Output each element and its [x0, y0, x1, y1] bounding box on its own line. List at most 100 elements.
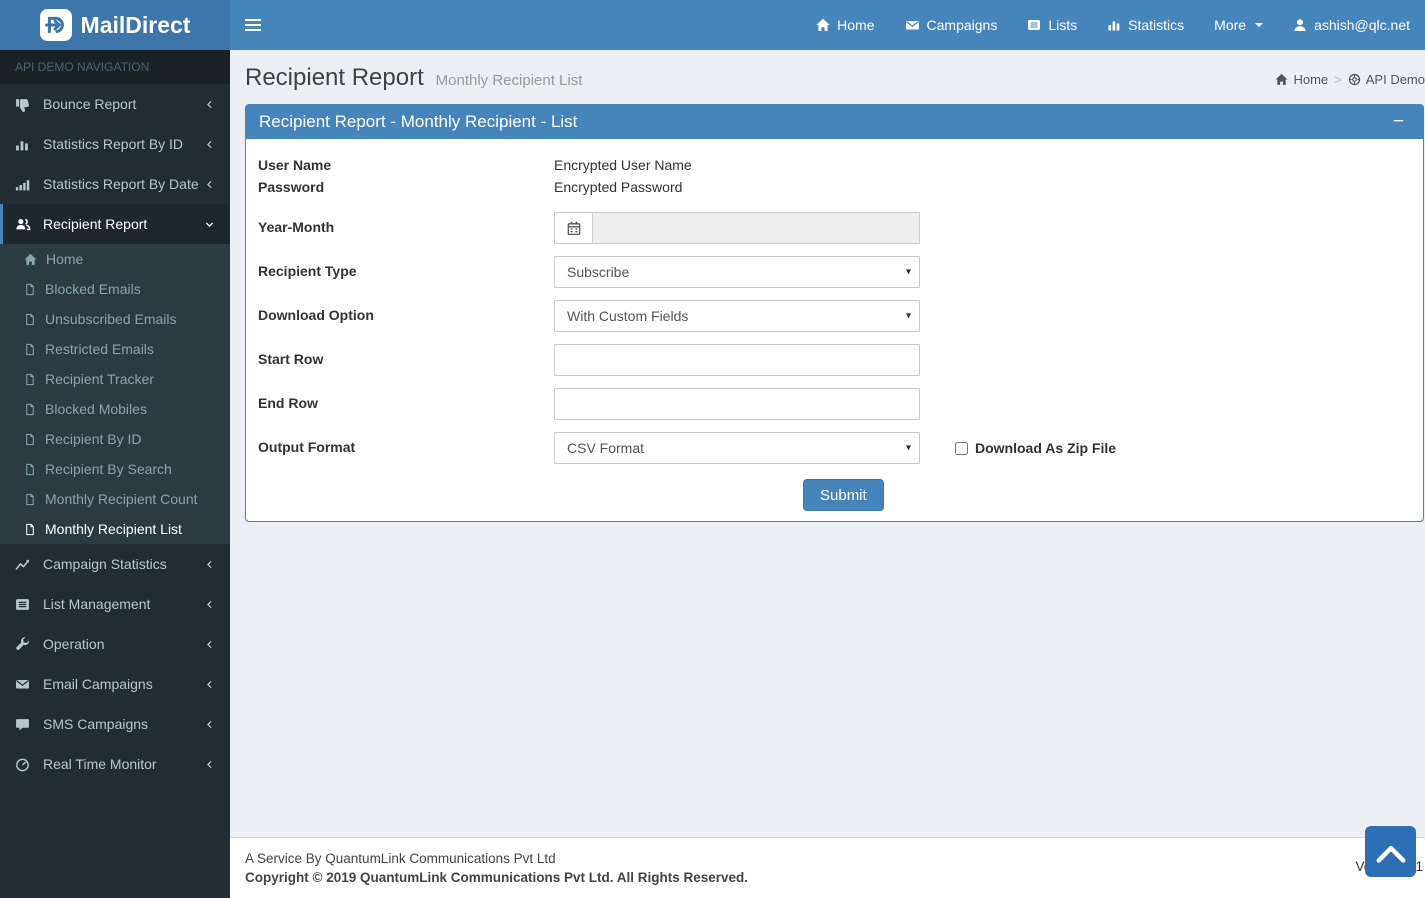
collapse-panel-button[interactable]: − [1387, 112, 1410, 131]
select-caret-icon: ▾ [905, 310, 911, 322]
home-icon [816, 18, 830, 32]
submenu-item-monthly-recipient-count[interactable]: Monthly Recipient Count [0, 484, 230, 514]
user-icon [1293, 18, 1307, 32]
nav-statistics[interactable]: Statistics [1092, 0, 1199, 50]
submenu-item-blocked-mobiles[interactable]: Blocked Mobiles [0, 394, 230, 424]
sidebar-item-statistics-report-by-date[interactable]: Statistics Report By Date [0, 164, 230, 204]
list-alt-icon [15, 597, 36, 612]
brand-logo[interactable]: MailDirect [0, 0, 230, 50]
envelope-icon [15, 677, 36, 691]
download-option-label: Download Option [258, 307, 374, 323]
chevron-left-icon [204, 599, 215, 610]
end-row-row: End Row [258, 388, 1411, 420]
password-row: Password Encrypted Password [258, 176, 1411, 198]
submenu-item-monthly-recipient-list[interactable]: Monthly Recipient List [0, 514, 230, 544]
chevron-down-icon [204, 219, 215, 230]
start-row-input[interactable] [554, 344, 920, 376]
year-month-label: Year-Month [258, 219, 335, 235]
chevron-left-icon [204, 99, 215, 110]
chevron-up-icon [1372, 839, 1410, 865]
chevron-left-icon [204, 759, 215, 770]
content-header: Recipient Report Monthly Recipient List … [230, 50, 1425, 104]
content-wrapper: Recipient Report Monthly Recipient List … [230, 50, 1425, 898]
file-icon [24, 433, 36, 446]
sidebar-item-sms-campaigns[interactable]: SMS Campaigns [0, 704, 230, 744]
end-row-input[interactable] [554, 388, 920, 420]
sidebar-section-header: API DEMO NAVIGATION [0, 50, 230, 84]
chevron-left-icon [204, 639, 215, 650]
file-icon [24, 283, 36, 296]
chevron-left-icon [204, 679, 215, 690]
nav-home[interactable]: Home [801, 0, 889, 50]
download-option-select[interactable]: With Custom Fields ▾ [554, 300, 920, 332]
user-name-label: User Name [258, 157, 332, 173]
home-icon [1275, 73, 1288, 86]
breadcrumb-home[interactable]: Home [1275, 72, 1328, 87]
chevron-left-icon [204, 719, 215, 730]
submenu-item-restricted-emails[interactable]: Restricted Emails [0, 334, 230, 364]
wrench-icon [15, 636, 36, 652]
output-format-select[interactable]: CSV Format ▾ [554, 432, 920, 464]
users-icon [15, 217, 36, 232]
envelope-icon [905, 18, 920, 32]
submenu-item-recipient-tracker[interactable]: Recipient Tracker [0, 364, 230, 394]
submenu-item-home[interactable]: Home [0, 244, 230, 274]
page-title: Recipient Report [245, 64, 424, 91]
panel-header: Recipient Report - Monthly Recipient - L… [246, 105, 1423, 139]
year-month-input[interactable] [592, 212, 920, 244]
top-header: MailDirect Home Campaigns Lists Statisti… [0, 0, 1425, 50]
main-content: Recipient Report Monthly Recipient List … [230, 50, 1425, 837]
sidebar-item-bounce-report[interactable]: Bounce Report [0, 84, 230, 124]
download-as-zip-label: Download As Zip File [975, 440, 1117, 456]
sidebar-item-operation[interactable]: Operation [0, 624, 230, 664]
panel-title: Recipient Report - Monthly Recipient - L… [259, 112, 578, 131]
recipient-type-select[interactable]: Subscribe ▾ [554, 256, 920, 288]
submenu-item-blocked-emails[interactable]: Blocked Emails [0, 274, 230, 304]
start-row-label: Start Row [258, 351, 324, 367]
year-month-row: Year-Month [258, 212, 1411, 244]
start-row-row: Start Row [258, 344, 1411, 376]
signal-icon [15, 177, 36, 192]
submenu-item-recipient-by-search[interactable]: Recipient By Search [0, 454, 230, 484]
calendar-icon[interactable] [554, 212, 592, 244]
submit-button[interactable]: Submit [803, 479, 884, 511]
chevron-left-icon [204, 139, 215, 150]
gauge-icon [15, 757, 36, 772]
select-caret-icon: ▾ [905, 266, 911, 278]
nav-user-account[interactable]: ashish@qlc.net [1278, 0, 1425, 50]
download-as-zip-group[interactable]: Download As Zip File [955, 432, 1116, 456]
sidebar-item-statistics-report-by-id[interactable]: Statistics Report By ID [0, 124, 230, 164]
home-icon [24, 253, 37, 266]
password-label: Password [258, 179, 325, 195]
download-option-row: Download Option With Custom Fields ▾ [258, 300, 1411, 332]
bar-chart-icon [1107, 18, 1121, 32]
recipient-type-row: Recipient Type Subscribe ▾ [258, 256, 1411, 288]
sidebar-item-email-campaigns[interactable]: Email Campaigns [0, 664, 230, 704]
scroll-to-top-button[interactable] [1365, 826, 1416, 877]
nav-more[interactable]: More [1199, 0, 1278, 50]
submit-row: Submit [258, 479, 1411, 511]
navbar-menu: Home Campaigns Lists Statistics More ash… [801, 0, 1425, 50]
sidebar-item-recipient-report[interactable]: Recipient Report [0, 204, 230, 244]
nav-lists[interactable]: Lists [1012, 0, 1092, 50]
user-name-value: Encrypted User Name [554, 157, 692, 173]
list-icon [1027, 18, 1041, 32]
file-icon [24, 523, 36, 536]
recipient-report-panel: Recipient Report - Monthly Recipient - L… [245, 104, 1424, 522]
breadcrumb: Home > API Demo [1275, 72, 1425, 87]
sidebar-item-campaign-statistics[interactable]: Campaign Statistics [0, 544, 230, 584]
output-format-label: Output Format [258, 439, 356, 455]
sidebar-item-real-time-monitor[interactable]: Real Time Monitor [0, 744, 230, 784]
sidebar-toggle-button[interactable] [230, 0, 276, 50]
sidebar-item-list-management[interactable]: List Management [0, 584, 230, 624]
file-icon [24, 373, 36, 386]
caret-down-icon [1255, 23, 1264, 27]
nav-campaigns[interactable]: Campaigns [890, 0, 1013, 50]
end-row-label: End Row [258, 395, 318, 411]
download-as-zip-checkbox[interactable] [955, 441, 968, 455]
file-icon [24, 313, 36, 326]
breadcrumb-api-demo[interactable]: API Demo [1348, 72, 1425, 87]
recipient-type-label: Recipient Type [258, 263, 357, 279]
submenu-item-unsubscribed-emails[interactable]: Unsubscribed Emails [0, 304, 230, 334]
submenu-item-recipient-by-id[interactable]: Recipient By ID [0, 424, 230, 454]
